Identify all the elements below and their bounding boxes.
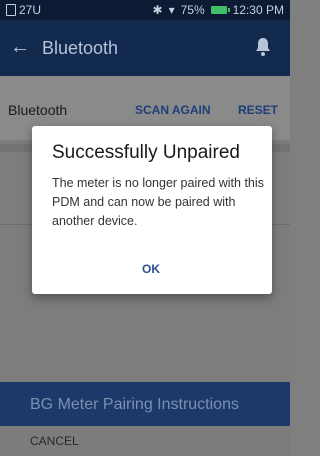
app-header: ← Bluetooth: [0, 20, 290, 76]
dialog-message: The meter is no longer paired with this …: [52, 176, 264, 228]
wifi-icon: ▾: [168, 3, 175, 17]
bluetooth-label: Bluetooth: [8, 102, 68, 118]
bluetooth-icon: ✱: [152, 3, 163, 17]
reset-button[interactable]: RESET: [238, 103, 278, 117]
page-title: Bluetooth: [42, 38, 119, 58]
pairing-instructions-label: BG Meter Pairing Instructions: [30, 396, 239, 413]
scan-again-button[interactable]: SCAN AGAIN: [135, 103, 211, 117]
pairing-instructions-button[interactable]: BG Meter Pairing Instructions: [0, 382, 290, 426]
battery-percent: 75%: [180, 3, 205, 17]
ok-button[interactable]: OK: [142, 262, 160, 276]
bell-icon[interactable]: [254, 37, 272, 57]
battery-icon: [210, 6, 230, 14]
status-right: ✱ ▾ 75% 12:30 PM: [153, 3, 285, 17]
card-icon: [6, 4, 16, 16]
cancel-button[interactable]: CANCEL: [30, 434, 79, 448]
status-left: 27U: [6, 3, 41, 17]
clock: 12:30 PM: [232, 3, 284, 17]
status-bar: 27U ✱ ▾ 75% 12:30 PM: [0, 0, 290, 20]
status-left-text: 27U: [19, 3, 42, 17]
dialog-title: Successfully Unpaired: [52, 142, 240, 163]
screen: 27U ✱ ▾ 75% 12:30 PM ← Bluetooth Bluetoo…: [0, 0, 290, 456]
back-arrow-icon[interactable]: ←: [10, 36, 30, 59]
unpaired-dialog: Successfully Unpaired The meter is no lo…: [32, 126, 272, 294]
cancel-bar: CANCEL: [0, 426, 290, 456]
